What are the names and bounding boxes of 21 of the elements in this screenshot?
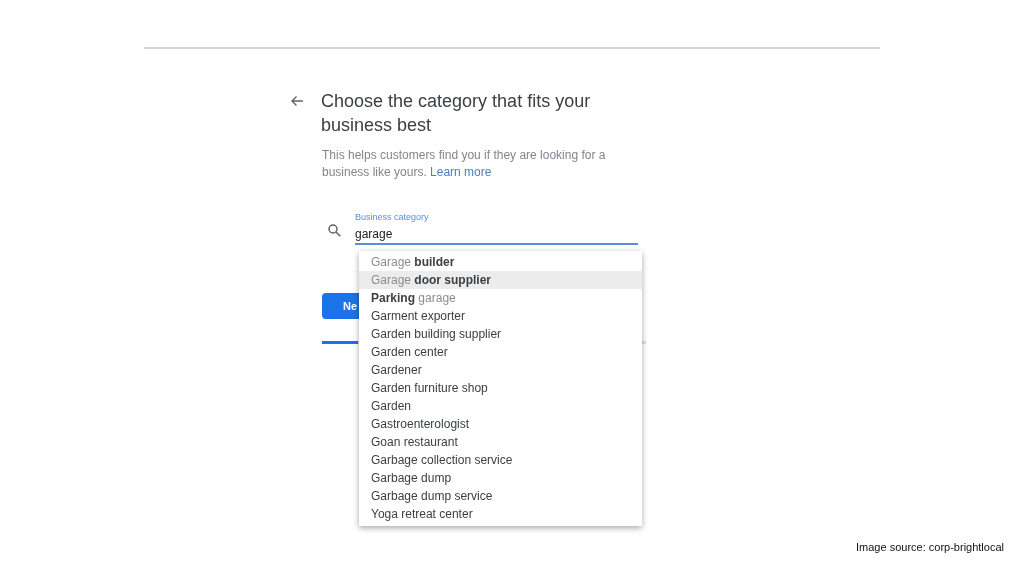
suggestion-item[interactable]: Garbage dump	[359, 469, 642, 487]
suggestion-item[interactable]: Garage builder	[359, 253, 642, 271]
back-arrow-icon[interactable]	[290, 95, 304, 107]
search-icon	[328, 223, 341, 237]
suggestion-item[interactable]: Garden center	[359, 343, 642, 361]
suggestion-item[interactable]: Garden building supplier	[359, 325, 642, 343]
image-caption: Image source: corp-brightlocal	[856, 541, 1004, 553]
suggestion-item[interactable]: Garage door supplier	[359, 271, 642, 289]
suggestion-item[interactable]: Gardener	[359, 361, 642, 379]
page-title: Choose the category that fits your business best	[321, 90, 592, 137]
suggestion-item[interactable]: Gastroenterologist	[359, 415, 642, 433]
suggestion-item[interactable]: Garbage collection service	[359, 451, 642, 469]
business-category-input[interactable]: garage	[355, 227, 638, 245]
suggestion-item[interactable]: Yoga retreat center	[359, 505, 642, 523]
suggestion-item[interactable]: Garbage dump service	[359, 487, 642, 505]
description: This helps customers find you if they are looking for a business like yours. Learn more	[322, 147, 607, 181]
suggestion-item[interactable]: Goan restaurant	[359, 433, 642, 451]
learn-more-link[interactable]: Learn more	[430, 165, 492, 179]
suggestion-item[interactable]: Garden furniture shop	[359, 379, 642, 397]
field-label: Business category	[355, 211, 430, 223]
suggestion-item[interactable]: Garden	[359, 397, 642, 415]
